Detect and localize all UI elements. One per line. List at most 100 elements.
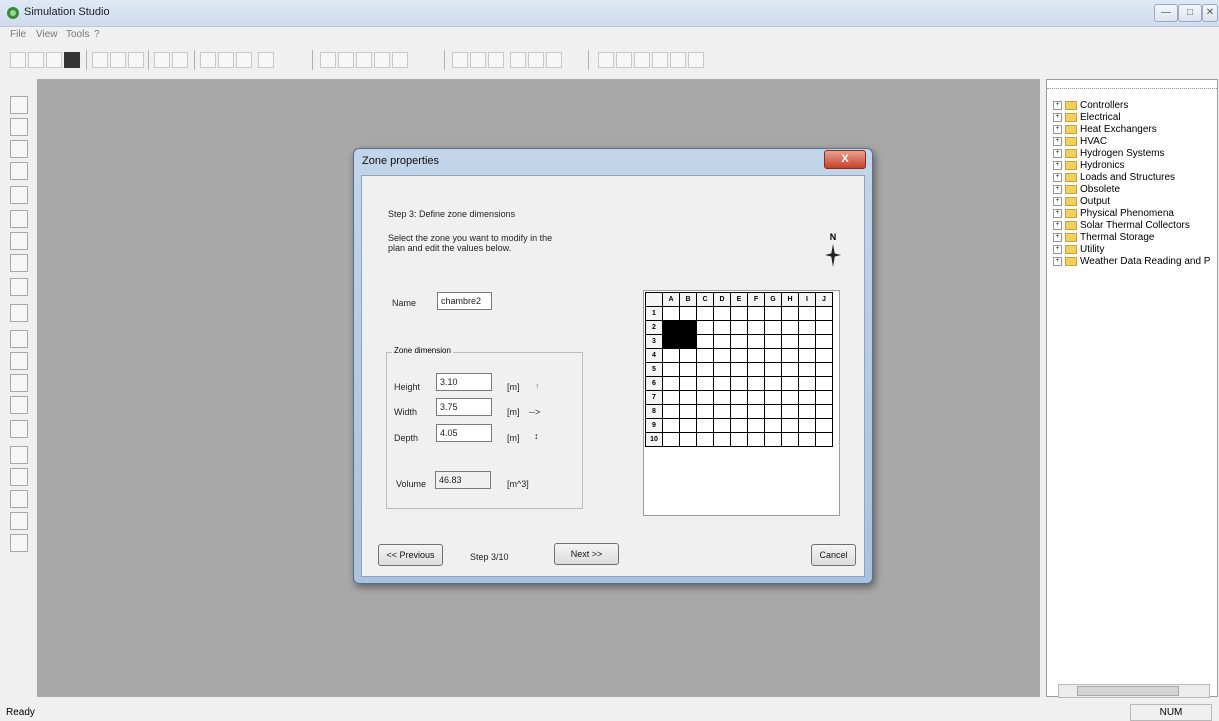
palette-tool-icon-12[interactable] <box>10 490 28 508</box>
grid-cell[interactable] <box>798 418 816 433</box>
grid-cell[interactable] <box>679 390 697 405</box>
grid-cell[interactable] <box>696 334 714 349</box>
grid-cell[interactable] <box>662 348 680 363</box>
zone-plan-grid[interactable]: A B C D E F G H I J 1 2 3 4 5 6 7 8 9 10 <box>643 290 840 516</box>
palette-text-icon[interactable] <box>10 304 28 322</box>
tree-item-loads-and-structures[interactable]: + Loads and Structures <box>1053 172 1175 184</box>
grid-container[interactable]: A B C D E F G H I J 1 2 3 4 5 6 7 8 9 10 <box>645 292 833 447</box>
menu-view[interactable]: View <box>36 29 58 40</box>
grid-cell[interactable] <box>713 348 731 363</box>
tree-item-heat-exchangers[interactable]: + Heat Exchangers <box>1053 124 1157 136</box>
tree-item-weather-data[interactable]: + Weather Data Reading and P <box>1053 256 1210 268</box>
grid-cell[interactable] <box>662 362 680 377</box>
grid-cell[interactable] <box>679 418 697 433</box>
layout-icon-4[interactable] <box>510 52 526 68</box>
open-file-icon[interactable] <box>28 52 44 68</box>
tree-item-controllers[interactable]: + Controllers <box>1053 100 1128 112</box>
grid-cell[interactable] <box>815 320 833 335</box>
layout-icon-6[interactable] <box>546 52 562 68</box>
distribute-icon-3[interactable] <box>634 52 650 68</box>
grid-cell[interactable] <box>781 306 799 321</box>
grid-cell[interactable] <box>730 334 748 349</box>
expand-icon[interactable]: + <box>1053 148 1062 158</box>
grid-cell[interactable] <box>679 362 697 377</box>
expand-icon[interactable]: + <box>1053 136 1062 146</box>
grid-cell[interactable] <box>730 404 748 419</box>
grid-cell[interactable] <box>764 376 782 391</box>
menu-help[interactable]: ? <box>94 29 100 40</box>
copy-icon[interactable] <box>110 52 126 68</box>
close-window-button[interactable]: ✕ <box>1202 4 1218 22</box>
grid-cell-selected-zone[interactable] <box>679 320 697 335</box>
grid-cell[interactable] <box>696 348 714 363</box>
grid-cell[interactable] <box>713 404 731 419</box>
maximize-button[interactable]: □ <box>1178 4 1202 22</box>
grid-cell[interactable] <box>781 418 799 433</box>
tree-item-thermal-storage[interactable]: + Thermal Storage <box>1053 232 1154 244</box>
grid-cell[interactable] <box>781 348 799 363</box>
expand-icon[interactable]: + <box>1053 196 1062 206</box>
tree-item-hydrogen-systems[interactable]: + Hydrogen Systems <box>1053 148 1164 160</box>
grid-cell[interactable] <box>662 306 680 321</box>
palette-tool-icon-5[interactable] <box>10 330 28 348</box>
grid-cell[interactable] <box>713 362 731 377</box>
menu-file[interactable]: File <box>10 29 26 40</box>
grid-cell[interactable] <box>713 376 731 391</box>
palette-tool-icon-4[interactable] <box>10 278 28 296</box>
grid-cell[interactable] <box>713 418 731 433</box>
grid-cell[interactable] <box>798 334 816 349</box>
grid-cell[interactable] <box>815 306 833 321</box>
grid-cell[interactable] <box>764 362 782 377</box>
layout-icon-3[interactable] <box>488 52 504 68</box>
grid-cell[interactable] <box>696 362 714 377</box>
palette-frame-icon[interactable] <box>10 162 28 180</box>
palette-tool-icon-14[interactable] <box>10 534 28 552</box>
cancel-button[interactable]: Cancel <box>811 544 856 566</box>
grid-cell[interactable] <box>662 418 680 433</box>
palette-tool-icon-10[interactable] <box>10 446 28 464</box>
palette-tool-icon-1[interactable] <box>10 210 28 228</box>
grid-cell[interactable] <box>764 432 782 447</box>
cut-icon[interactable] <box>92 52 108 68</box>
tree-item-obsolete[interactable]: + Obsolete <box>1053 184 1120 196</box>
grid-cell[interactable] <box>815 348 833 363</box>
help-icon[interactable] <box>258 52 274 68</box>
grid-cell[interactable] <box>747 320 765 335</box>
height-input[interactable]: 3.10 <box>436 373 492 391</box>
grid-cell[interactable] <box>747 376 765 391</box>
grid-cell[interactable] <box>747 432 765 447</box>
expand-icon[interactable]: + <box>1053 208 1062 218</box>
expand-icon[interactable]: + <box>1053 160 1062 170</box>
grid-cell[interactable] <box>679 376 697 391</box>
distribute-icon-5[interactable] <box>670 52 686 68</box>
grid-cell[interactable] <box>730 306 748 321</box>
grid-cell[interactable] <box>696 432 714 447</box>
grid-cell[interactable] <box>781 390 799 405</box>
grid-cell[interactable] <box>679 348 697 363</box>
grid-cell[interactable] <box>747 362 765 377</box>
grid-cell[interactable] <box>713 334 731 349</box>
grid-cell[interactable] <box>815 404 833 419</box>
grid-cell[interactable] <box>798 320 816 335</box>
layout-icon-5[interactable] <box>528 52 544 68</box>
tree-item-output[interactable]: + Output <box>1053 196 1110 208</box>
grid-cell[interactable] <box>679 306 697 321</box>
layout-icon-2[interactable] <box>470 52 486 68</box>
grid-cell[interactable] <box>815 418 833 433</box>
grid-cell[interactable] <box>713 432 731 447</box>
tree-item-hydronics[interactable]: + Hydronics <box>1053 160 1124 172</box>
grid-cell[interactable] <box>696 306 714 321</box>
grid-cell[interactable] <box>747 418 765 433</box>
name-input[interactable]: chambre2 <box>437 292 492 310</box>
previous-button[interactable]: << Previous <box>378 544 443 566</box>
palette-tool-icon-9[interactable] <box>10 420 28 438</box>
grid-cell[interactable] <box>798 432 816 447</box>
dialog-close-button[interactable]: X <box>824 150 866 169</box>
grid-cell[interactable] <box>713 306 731 321</box>
palette-zoom-icon[interactable] <box>10 140 28 158</box>
grid-cell[interactable] <box>815 432 833 447</box>
print-preview-icon[interactable] <box>218 52 234 68</box>
grid-cell[interactable] <box>798 404 816 419</box>
expand-icon[interactable]: + <box>1053 256 1062 266</box>
grid-cell[interactable] <box>781 432 799 447</box>
